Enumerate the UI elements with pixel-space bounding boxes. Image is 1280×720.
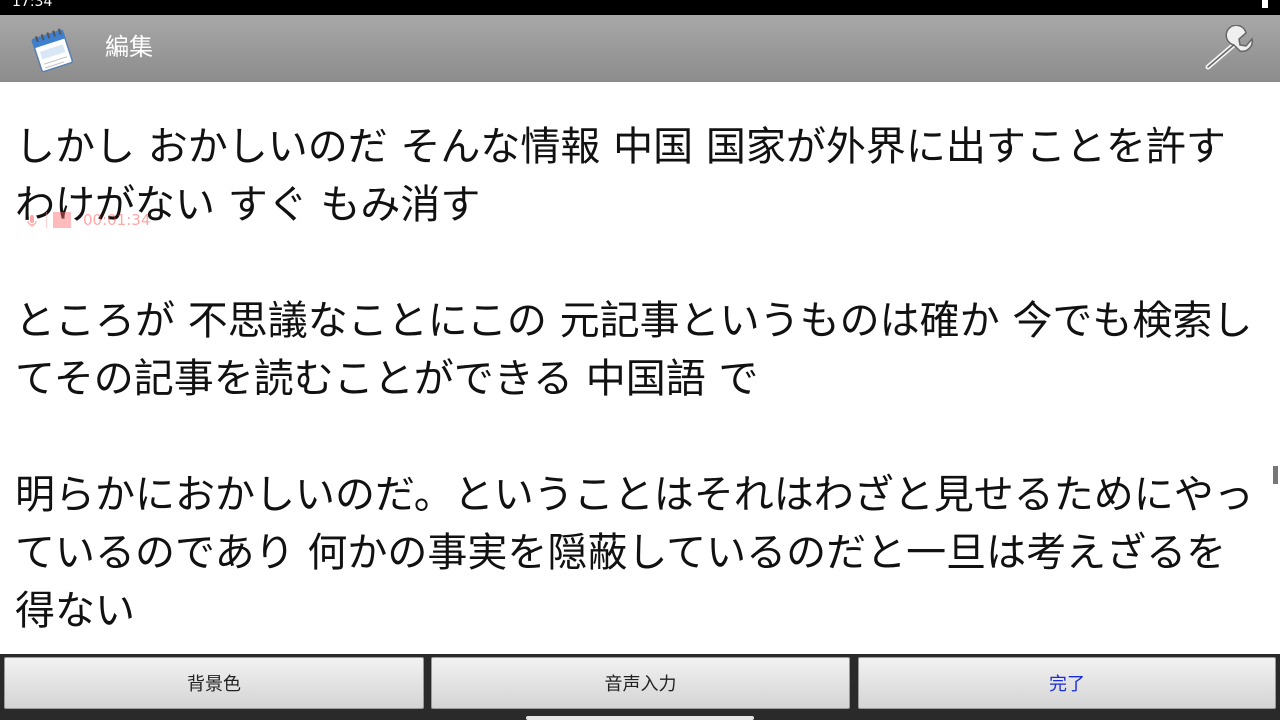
record-stop-icon: [53, 212, 71, 228]
voice-input-button[interactable]: 音声入力: [431, 657, 850, 709]
memo-editor[interactable]: しかし おかしいのだ そんな情報 中国 国家が外界に出すことを許すわけがない す…: [0, 82, 1280, 654]
bottom-toolbar: 背景色 音声入力 完了: [0, 654, 1280, 720]
microphone-icon: [26, 213, 38, 227]
status-bar: 17:34: [0, 0, 1280, 15]
recording-separator: [46, 212, 47, 228]
status-time: 17:34: [12, 0, 53, 10]
home-indicator[interactable]: [526, 716, 754, 720]
wrench-icon[interactable]: [1200, 24, 1256, 75]
memo-text[interactable]: しかし おかしいのだ そんな情報 中国 国家が外界に出すことを許すわけがない す…: [15, 118, 1265, 640]
page-title: 編集: [105, 33, 153, 61]
recording-time: 00:01:34: [83, 211, 151, 229]
scrollbar[interactable]: [1273, 466, 1278, 484]
memo-calendar-icon[interactable]: [26, 24, 78, 76]
done-button[interactable]: 完了: [858, 657, 1276, 709]
recording-indicator: 00:01:34: [26, 211, 150, 229]
background-color-button[interactable]: 背景色: [4, 657, 424, 709]
battery-icon: [1262, 0, 1268, 8]
action-bar: 編集: [0, 15, 1280, 82]
